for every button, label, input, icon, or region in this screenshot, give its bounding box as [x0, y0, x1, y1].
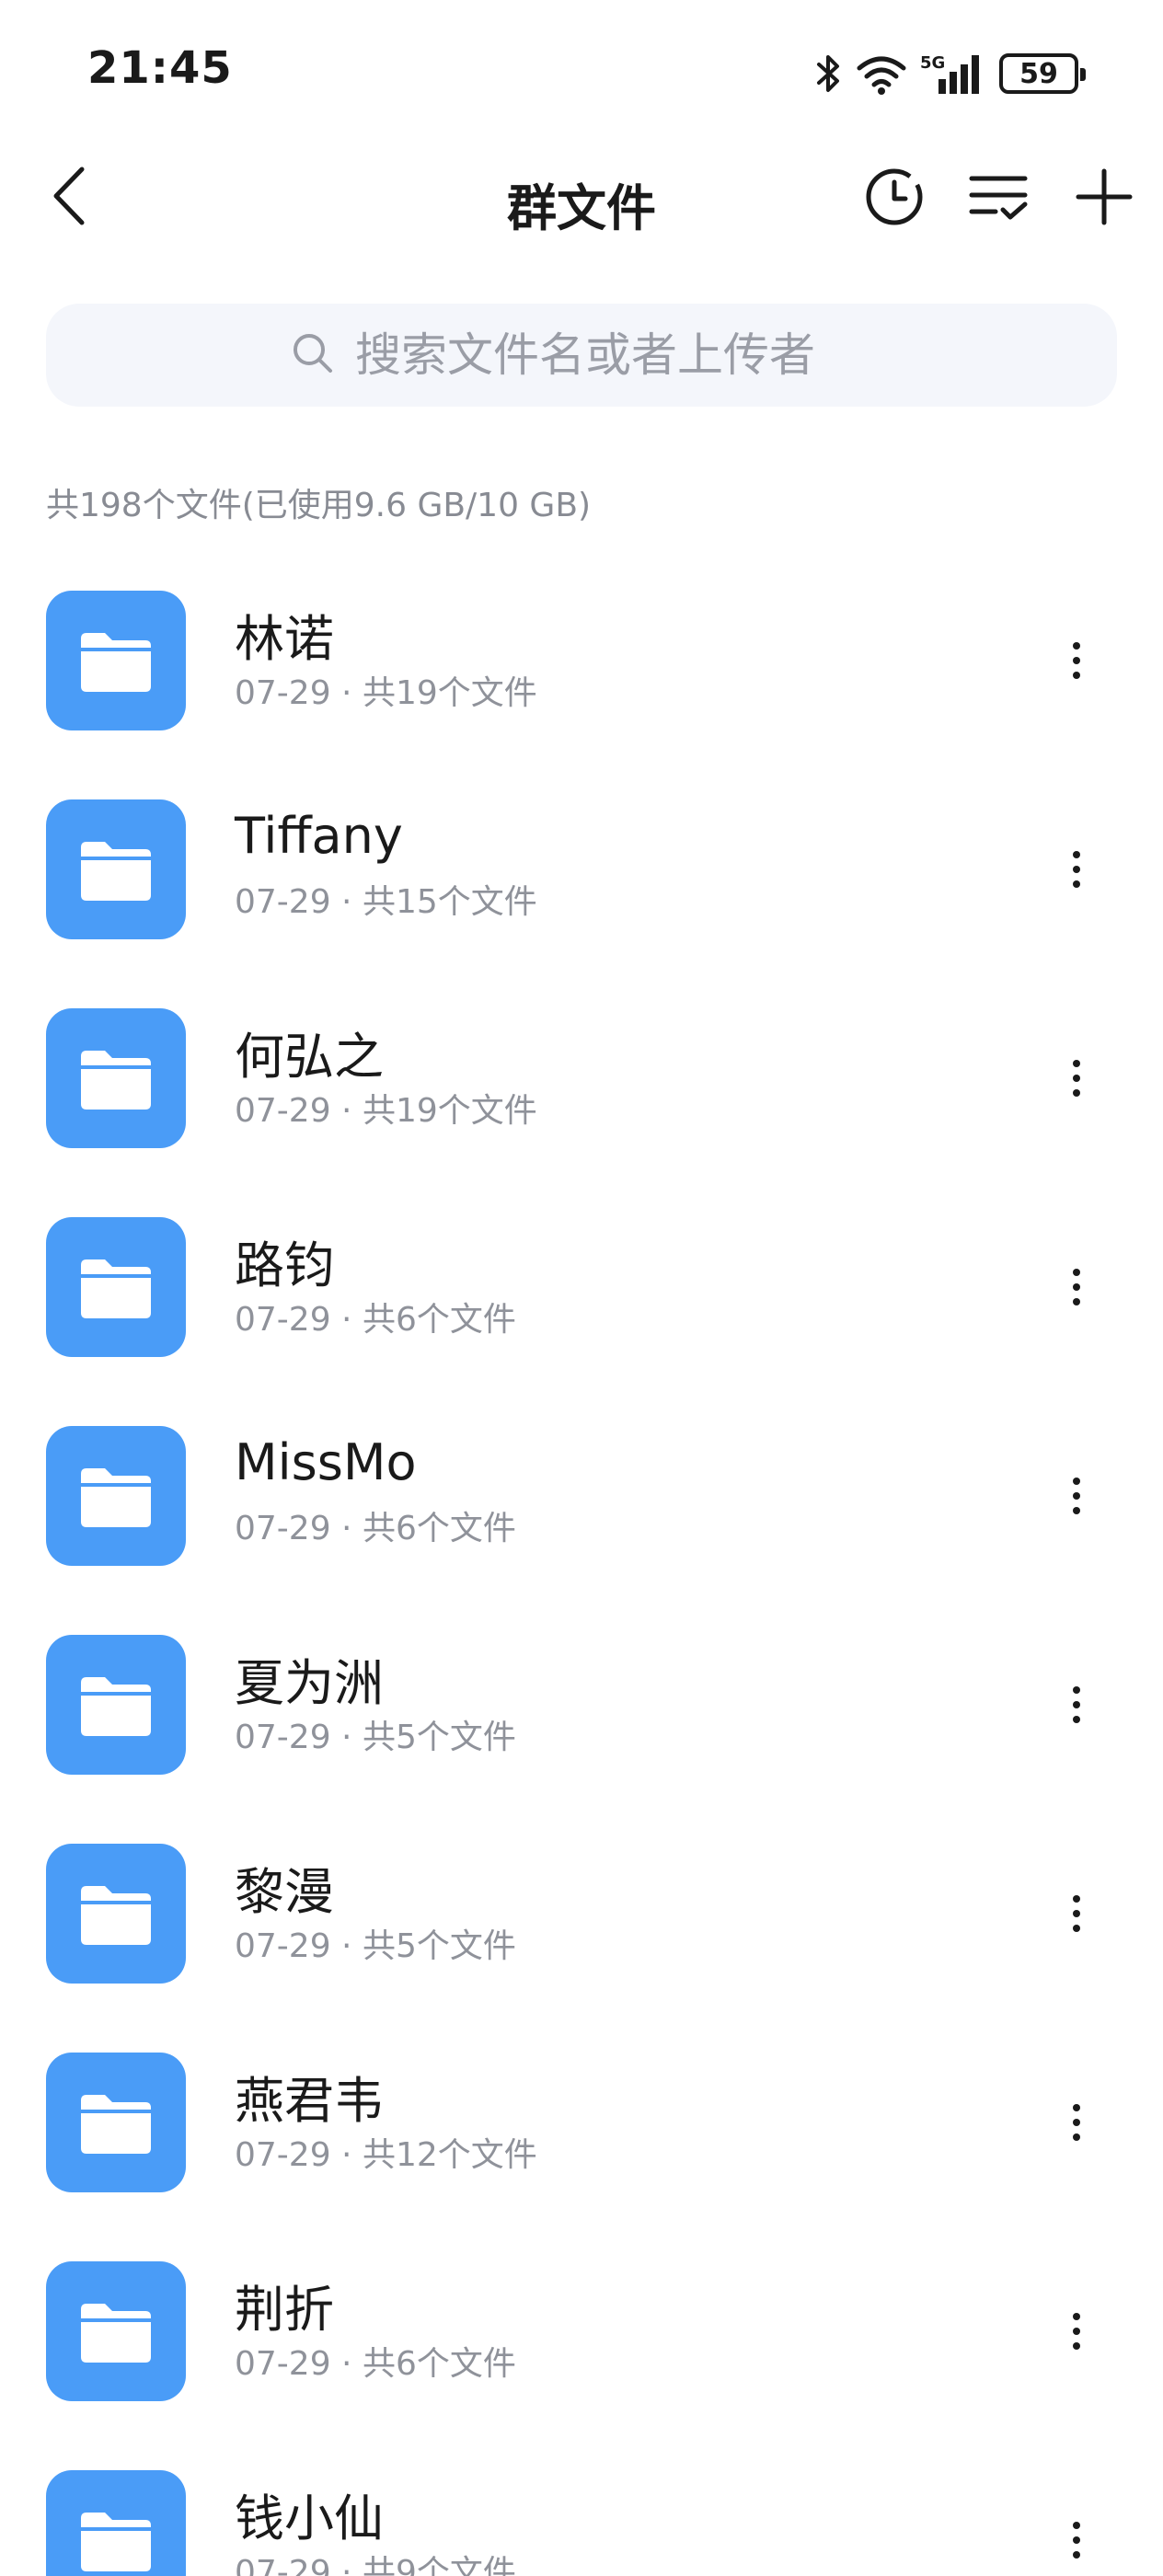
- more-vertical-icon: [1071, 1893, 1082, 1938]
- list-item[interactable]: MissMo 07-29 · 共6个文件: [0, 1387, 1163, 1596]
- list-item[interactable]: 路钧 07-29 · 共6个文件: [0, 1179, 1163, 1387]
- file-meta: 07-29 · 共19个文件: [235, 674, 537, 712]
- more-vertical-icon: [1071, 1058, 1082, 1102]
- status-time: 21:45: [87, 42, 233, 94]
- list-item[interactable]: 黎漫 07-29 · 共5个文件: [0, 1805, 1163, 2014]
- file-name: 夏为洲: [235, 1654, 384, 1712]
- file-name: 黎漫: [235, 1863, 334, 1921]
- cellular-icon: 5G: [920, 52, 988, 96]
- list-item[interactable]: 林诺 07-29 · 共19个文件: [0, 552, 1163, 761]
- more-button[interactable]: [1040, 834, 1113, 908]
- more-button[interactable]: [1040, 1879, 1113, 1952]
- more-vertical-icon: [1071, 1476, 1082, 1520]
- status-bar: 21:45 5G 59: [0, 0, 1163, 147]
- file-name: 燕君韦: [235, 2072, 384, 2130]
- file-name: 钱小仙: [235, 2490, 384, 2547]
- file-list: 林诺 07-29 · 共19个文件 Tiffany 07-29 · 共15个文件…: [0, 552, 1163, 2576]
- search-input[interactable]: [353, 328, 872, 383]
- file-meta: 07-29 · 共5个文件: [235, 1719, 516, 1756]
- more-vertical-icon: [1071, 2311, 1082, 2355]
- sort-check-icon: [968, 169, 1029, 228]
- file-meta: 07-29 · 共5个文件: [235, 1927, 516, 1965]
- folder-icon: [46, 799, 186, 939]
- more-button[interactable]: [1040, 1461, 1113, 1535]
- more-vertical-icon: [1071, 2520, 1082, 2564]
- file-meta: 07-29 · 共9个文件: [235, 2554, 516, 2576]
- status-icons: 5G 59: [815, 46, 1086, 101]
- list-item[interactable]: 何弘之 07-29 · 共19个文件: [0, 970, 1163, 1179]
- file-name: MissMo: [235, 1433, 417, 1491]
- file-meta: 07-29 · 共12个文件: [235, 2136, 537, 2174]
- list-item[interactable]: 钱小仙 07-29 · 共9个文件: [0, 2432, 1163, 2576]
- more-vertical-icon: [1071, 2102, 1082, 2146]
- more-button[interactable]: [1040, 626, 1113, 699]
- more-button[interactable]: [1040, 2505, 1113, 2576]
- bluetooth-icon: [815, 52, 843, 96]
- battery-indicator: 59: [999, 53, 1086, 94]
- clock-icon: [864, 167, 925, 231]
- file-name: 荆折: [235, 2281, 334, 2339]
- more-vertical-icon: [1071, 640, 1082, 684]
- list-item[interactable]: 夏为洲 07-29 · 共5个文件: [0, 1596, 1163, 1805]
- folder-icon: [46, 2053, 186, 2192]
- svg-text:5G: 5G: [920, 53, 945, 73]
- more-button[interactable]: [1040, 2296, 1113, 2370]
- list-item[interactable]: Tiffany 07-29 · 共15个文件: [0, 761, 1163, 970]
- search-icon: [291, 331, 335, 379]
- plus-icon: [1075, 167, 1134, 230]
- more-vertical-icon: [1071, 1685, 1082, 1729]
- group-files-screen: 21:45 5G 59 群文件 搜索文件名或者上传者 共198个文件(已使用9.…: [0, 0, 1163, 2576]
- list-item[interactable]: 荆折 07-29 · 共6个文件: [0, 2223, 1163, 2432]
- navbar: 群文件: [0, 147, 1163, 248]
- file-name: 何弘之: [235, 1028, 384, 1086]
- more-button[interactable]: [1040, 1252, 1113, 1326]
- more-button[interactable]: [1040, 1670, 1113, 1743]
- folder-icon: [46, 591, 186, 730]
- storage-summary: 共198个文件(已使用9.6 GB/10 GB): [46, 487, 592, 524]
- folder-icon: [46, 2261, 186, 2401]
- more-button[interactable]: [1040, 1043, 1113, 1117]
- file-meta: 07-29 · 共6个文件: [235, 1510, 516, 1547]
- folder-icon: [46, 1426, 186, 1566]
- sort-button[interactable]: [960, 160, 1037, 237]
- file-name: Tiffany: [235, 807, 403, 865]
- search-box[interactable]: [46, 304, 1117, 407]
- folder-icon: [46, 1635, 186, 1775]
- more-button[interactable]: [1040, 2087, 1113, 2161]
- list-item[interactable]: 燕君韦 07-29 · 共12个文件: [0, 2014, 1163, 2223]
- more-vertical-icon: [1071, 1267, 1082, 1311]
- file-name: 林诺: [235, 610, 334, 668]
- folder-icon: [46, 1008, 186, 1148]
- folder-icon: [46, 1844, 186, 1984]
- add-button[interactable]: [1065, 160, 1143, 237]
- history-button[interactable]: [856, 160, 933, 237]
- wifi-icon: [854, 52, 909, 96]
- file-meta: 07-29 · 共15个文件: [235, 883, 537, 921]
- more-vertical-icon: [1071, 849, 1082, 893]
- folder-icon: [46, 1217, 186, 1357]
- file-name: 路钧: [235, 1236, 334, 1294]
- folder-icon: [46, 2470, 186, 2576]
- file-meta: 07-29 · 共19个文件: [235, 1092, 537, 1130]
- file-meta: 07-29 · 共6个文件: [235, 1301, 516, 1339]
- file-meta: 07-29 · 共6个文件: [235, 2345, 516, 2383]
